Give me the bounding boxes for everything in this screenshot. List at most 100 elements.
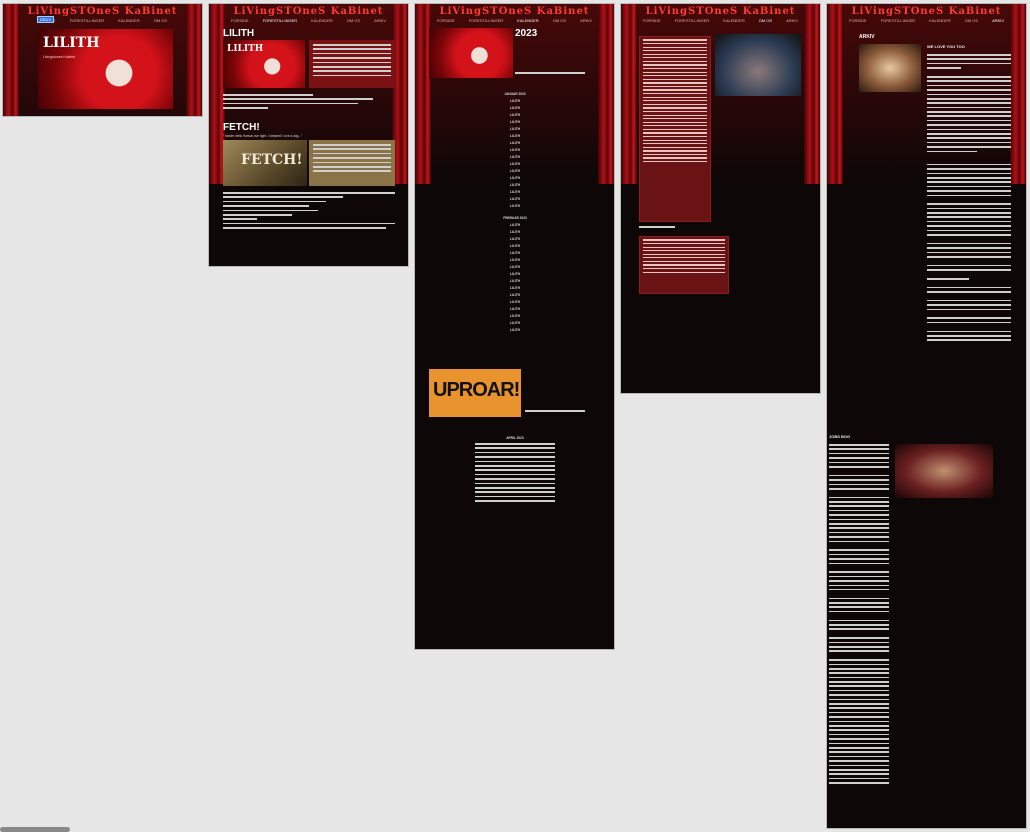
calendar-entry[interactable]: LILITH <box>475 293 555 297</box>
wlyt-text <box>927 54 1011 344</box>
arkiv-heading: ARKIV <box>859 34 875 40</box>
calendar-entry[interactable]: LILITH <box>475 106 555 110</box>
page-thumbnail-kalender[interactable]: LiVingSTOneS KaBinet FORSIDE FORESTILLIN… <box>415 4 614 649</box>
calendar-entry[interactable]: LILITH <box>475 169 555 173</box>
nav-forestillinger[interactable]: FORESTILLINGER <box>70 18 104 23</box>
calendar-entry[interactable]: LILITH <box>475 237 555 241</box>
calendar-entry[interactable]: LILITH <box>475 134 555 138</box>
calendar-entry[interactable]: LILITH <box>475 197 555 201</box>
calendar-entry[interactable]: LILITH <box>475 272 555 276</box>
nav-om-os[interactable]: OM OS <box>553 18 566 23</box>
february-schedule: FEBRUAR 2023 LILITH LILITH LILITH LILITH… <box>475 216 555 335</box>
nav-forside[interactable]: FORSIDE <box>231 18 249 23</box>
site-logo: LiVingSTOneS KaBinet <box>645 6 796 17</box>
calendar-entry[interactable]: LILITH <box>475 223 555 227</box>
calendar-entry[interactable]: LILITH <box>475 328 555 332</box>
lilith-heading: LILITH <box>223 28 255 39</box>
poster-subtitle: Livingstones Kabinet <box>43 55 76 59</box>
uproar-blurb <box>525 410 585 414</box>
page-thumbnail-arkiv[interactable]: LiVingSTOneS KaBinet FORSIDE FORESTILLIN… <box>827 4 1026 828</box>
nav-arkiv[interactable]: ARKIV <box>374 18 386 23</box>
nav-kalender[interactable]: KALENDER <box>311 18 333 23</box>
lilith-poster[interactable]: LILITH <box>223 40 305 88</box>
site-logo: LiVingSTOneS KaBinet <box>27 6 178 17</box>
curtain-right <box>804 4 820 184</box>
nav-kalender[interactable]: KALENDER <box>723 18 745 23</box>
calendar-entry[interactable]: LILITH <box>475 321 555 325</box>
nav-forestillinger[interactable]: FORESTILLINGER <box>675 18 709 23</box>
lilith-details <box>223 94 373 112</box>
lilith-description-box <box>309 40 395 88</box>
main-nav: FORSIDE FORESTILLINGER KALENDER OM OS AR… <box>827 18 1026 23</box>
page-thumbnail-om-os[interactable]: LiVingSTOneS KaBinet FORSIDE FORESTILLIN… <box>621 4 820 393</box>
nav-forside[interactable]: FORSIDE <box>437 18 455 23</box>
nav-kalender[interactable]: KALENDER <box>118 18 140 23</box>
ensemble-photo[interactable] <box>715 34 801 96</box>
calendar-entry[interactable]: LILITH <box>475 251 555 255</box>
fetch-details <box>223 192 395 232</box>
site-logo: LiVingSTOneS KaBinet <box>439 6 590 17</box>
nav-arkiv[interactable]: ARKIV <box>992 18 1004 23</box>
nav-forside[interactable]: FORSIDE <box>849 18 867 23</box>
fetch-poster[interactable]: FETCH! <box>223 140 307 186</box>
nav-om-os[interactable]: OM OS <box>759 18 772 23</box>
calendar-entry[interactable]: LILITH <box>475 279 555 283</box>
calendar-entry[interactable]: LILITH <box>475 307 555 311</box>
calendar-entry[interactable]: LILITH <box>475 183 555 187</box>
calendar-entry[interactable]: LILITH <box>475 141 555 145</box>
nav-forestillinger[interactable]: FORESTILLINGER <box>881 18 915 23</box>
calendar-entry[interactable]: LILITH <box>475 99 555 103</box>
nav-forside[interactable]: FORSIDE <box>643 18 661 23</box>
horizontal-scrollbar[interactable] <box>0 827 70 832</box>
nav-forestillinger[interactable]: FORESTILLINGER <box>469 18 503 23</box>
lilith-poster[interactable]: LILITH Livingstones Kabinet <box>38 29 173 109</box>
page-thumbnail-forestillinger[interactable]: LiVingSTOneS KaBinet FORSIDE FORESTILLIN… <box>209 4 408 266</box>
nav-kalender[interactable]: KALENDER <box>929 18 951 23</box>
site-logo: LiVingSTOneS KaBinet <box>233 6 384 17</box>
calendar-entry[interactable]: LILITH <box>475 113 555 117</box>
calendar-entry[interactable]: LILITH <box>475 176 555 180</box>
poster-title: LILITH <box>43 35 100 51</box>
lilith-poster[interactable] <box>429 28 513 78</box>
fetch-description-box <box>309 140 395 186</box>
uproar-poster[interactable]: UPROAR! <box>429 369 521 417</box>
calendar-entry[interactable]: LILITH <box>475 230 555 234</box>
nav-om-os[interactable]: OM OS <box>347 18 360 23</box>
jobs-heading: JOBS BOG <box>829 434 851 439</box>
info-text-box <box>639 236 729 294</box>
jobs-photo[interactable] <box>895 444 993 498</box>
nav-arkiv[interactable]: ARKIV <box>786 18 798 23</box>
calendar-entry[interactable]: LILITH <box>475 258 555 262</box>
calendar-entry[interactable]: LILITH <box>475 265 555 269</box>
main-nav: FORSIDE FORESTILLINGER KALENDER OM OS <box>3 18 202 23</box>
month-heading: APRIL 2023 <box>506 436 524 440</box>
section-heading <box>639 226 675 230</box>
calendar-entry[interactable]: LILITH <box>475 190 555 194</box>
calendar-entry[interactable]: LILITH <box>475 204 555 208</box>
calendar-entry[interactable]: LILITH <box>475 162 555 166</box>
language-tag[interactable]: DEUX <box>37 16 55 23</box>
calendar-entry[interactable]: LILITH <box>475 155 555 159</box>
nav-arkiv[interactable]: ARKIV <box>580 18 592 23</box>
calendar-entry[interactable]: LILITH <box>475 286 555 290</box>
calendar-entry[interactable]: LILITH <box>475 300 555 304</box>
page-thumbnail-forside[interactable]: LiVingSTOneS KaBinet FORSIDE FORESTILLIN… <box>3 4 202 116</box>
uproar-title: UPROAR! <box>433 379 520 401</box>
fetch-quote: " harder drink Harsus ove right. I clean… <box>223 134 303 138</box>
main-nav: FORSIDE FORESTILLINGER KALENDER OM OS AR… <box>209 18 408 23</box>
calendar-entry[interactable]: LILITH <box>475 314 555 318</box>
nav-forestillinger[interactable]: FORESTILLINGER <box>263 18 297 23</box>
calendar-entry[interactable]: LILITH <box>475 148 555 152</box>
fetch-poster-title: FETCH! <box>241 152 303 168</box>
nav-kalender[interactable]: KALENDER <box>517 18 539 23</box>
calendar-entry[interactable]: LILITH <box>475 244 555 248</box>
calendar-entry[interactable]: LILITH <box>475 120 555 124</box>
curtain-right <box>598 4 614 184</box>
jobs-text <box>829 444 889 786</box>
wlyt-photo[interactable] <box>859 44 921 92</box>
lilith-blurb <box>515 72 585 76</box>
main-nav: FORSIDE FORESTILLINGER KALENDER OM OS AR… <box>415 18 614 23</box>
calendar-entry[interactable]: LILITH <box>475 127 555 131</box>
nav-om-os[interactable]: OM OS <box>154 18 167 23</box>
nav-om-os[interactable]: OM OS <box>965 18 978 23</box>
